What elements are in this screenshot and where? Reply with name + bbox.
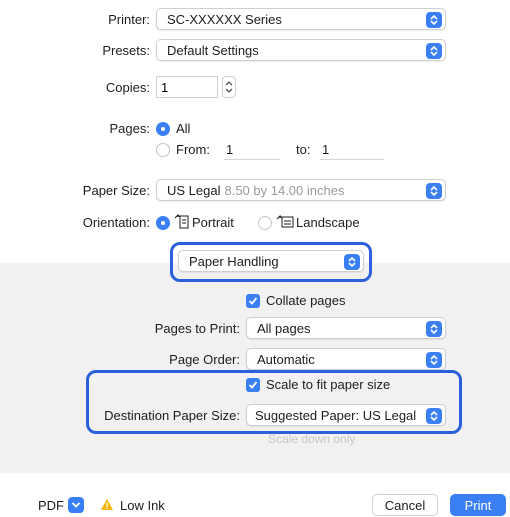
pages-all-radio[interactable] bbox=[156, 122, 170, 136]
destination-paper-size-value: Suggested Paper: US Legal bbox=[255, 407, 417, 423]
copies-field[interactable] bbox=[156, 76, 218, 98]
collate-checkbox[interactable] bbox=[246, 294, 260, 308]
copies-stepper[interactable] bbox=[222, 76, 236, 98]
printer-select[interactable]: SC-XXXXXX Series bbox=[156, 8, 446, 30]
portrait-icon bbox=[174, 213, 190, 233]
printer-value: SC-XXXXXX Series bbox=[167, 11, 282, 27]
orientation-landscape-label: Landscape bbox=[296, 215, 360, 230]
presets-label: Presets: bbox=[102, 43, 150, 58]
presets-value: Default Settings bbox=[167, 42, 259, 58]
chevron-updown-icon bbox=[426, 43, 442, 59]
orientation-landscape-radio[interactable] bbox=[258, 216, 272, 230]
orientation-portrait-radio[interactable] bbox=[156, 216, 170, 230]
checkmark-icon bbox=[248, 297, 258, 305]
stepper-arrows-icon bbox=[225, 81, 233, 93]
pages-to-print-select[interactable]: All pages bbox=[246, 317, 446, 339]
orientation-label: Orientation: bbox=[82, 215, 150, 230]
pages-from-field[interactable] bbox=[224, 140, 280, 160]
low-ink-label: Low Ink bbox=[120, 498, 165, 513]
pages-to-print-label: Pages to Print: bbox=[154, 321, 240, 336]
destination-paper-size-select[interactable]: Suggested Paper: US Legal bbox=[246, 404, 446, 426]
section-select[interactable]: Paper Handling bbox=[178, 250, 364, 272]
pages-to-label: to: bbox=[296, 142, 311, 157]
pages-to-print-value: All pages bbox=[257, 320, 311, 336]
collate-label: Collate pages bbox=[266, 293, 346, 308]
copies-label: Copies: bbox=[105, 80, 150, 95]
printer-label: Printer: bbox=[108, 12, 150, 27]
cancel-button[interactable]: Cancel bbox=[372, 494, 438, 516]
page-order-select[interactable]: Automatic bbox=[246, 348, 446, 370]
pages-to-field[interactable] bbox=[320, 140, 384, 160]
pages-from-label: From: bbox=[176, 142, 210, 157]
chevron-updown-icon bbox=[426, 12, 442, 28]
print-button[interactable]: Print bbox=[450, 494, 506, 516]
presets-select[interactable]: Default Settings bbox=[156, 39, 446, 61]
checkmark-icon bbox=[248, 381, 258, 389]
pages-label: Pages: bbox=[109, 121, 150, 136]
chevron-down-icon bbox=[71, 502, 81, 508]
scale-down-only-label: Scale down only bbox=[268, 432, 356, 446]
page-order-label: Page Order: bbox=[169, 352, 240, 367]
scale-to-fit-checkbox[interactable] bbox=[246, 378, 260, 392]
destination-paper-size-label: Destination Paper Size: bbox=[104, 408, 240, 423]
chevron-updown-icon bbox=[426, 321, 442, 337]
paper-size-select[interactable]: US Legal 8.50 by 14.00 inches bbox=[156, 179, 446, 201]
pages-from-radio[interactable] bbox=[156, 143, 170, 157]
page-order-value: Automatic bbox=[257, 351, 315, 367]
paper-size-name: US Legal bbox=[167, 182, 221, 198]
chevron-updown-icon bbox=[426, 183, 442, 199]
chevron-updown-icon bbox=[426, 408, 442, 424]
chevron-updown-icon bbox=[426, 352, 442, 368]
pdf-label[interactable]: PDF bbox=[38, 498, 64, 513]
paper-size-detail: 8.50 by 14.00 inches bbox=[224, 182, 345, 198]
paper-size-label: Paper Size: bbox=[82, 183, 150, 198]
warning-icon bbox=[100, 498, 114, 514]
chevron-updown-icon bbox=[344, 254, 360, 270]
pages-all-label: All bbox=[176, 121, 191, 136]
orientation-portrait-label: Portrait bbox=[192, 215, 234, 230]
section-select-value: Paper Handling bbox=[189, 253, 279, 269]
landscape-icon bbox=[276, 214, 294, 233]
pdf-menu-button[interactable] bbox=[68, 497, 84, 513]
scale-to-fit-label: Scale to fit paper size bbox=[266, 377, 391, 392]
